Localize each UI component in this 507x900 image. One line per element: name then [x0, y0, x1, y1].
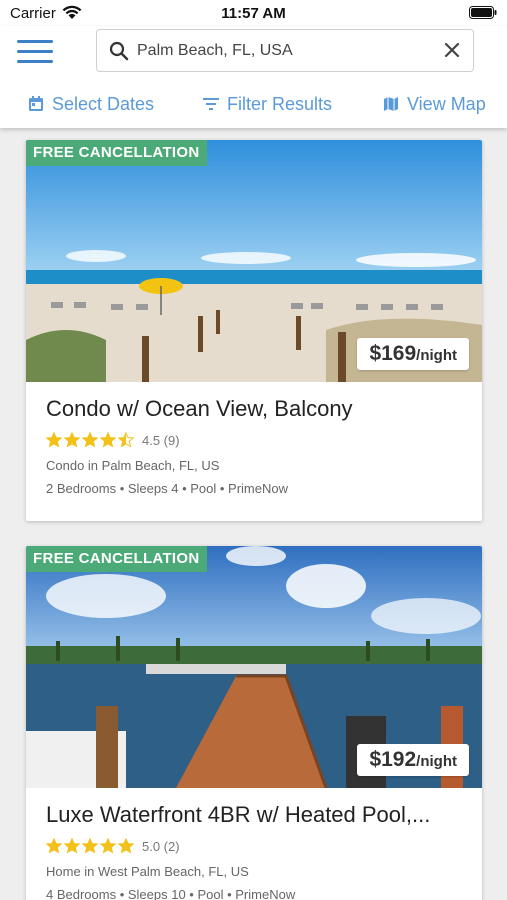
listing-features: 2 Bedrooms • Sleeps 4 • Pool • PrimeNow	[46, 481, 288, 496]
star-icon	[64, 838, 80, 854]
listing-location: Condo in Palm Beach, FL, US	[46, 458, 220, 473]
toolbar: Select Dates Filter Results View Map	[0, 86, 507, 122]
listing-card[interactable]: FREE CANCELLATION $192/night Luxe Waterf…	[26, 546, 482, 900]
star-icon	[46, 432, 62, 448]
listing-title[interactable]: Luxe Waterfront 4BR w/ Heated Pool,...	[46, 802, 462, 828]
listing-features: 4 Bedrooms • Sleeps 10 • Pool • PrimeNow	[46, 887, 296, 900]
rating: 4.5 (9)	[46, 431, 462, 449]
search-icon	[109, 41, 129, 66]
hamburger-menu-icon[interactable]	[17, 40, 53, 66]
clock: 11:57 AM	[221, 5, 286, 22]
clear-search-icon[interactable]	[443, 41, 461, 64]
search-query[interactable]: Palm Beach, FL, USA	[137, 30, 427, 71]
view-map-button[interactable]: View Map	[383, 86, 486, 122]
header: Palm Beach, FL, USA Select Dates Filter …	[0, 26, 507, 128]
filter-results-label: Filter Results	[227, 93, 333, 114]
price-amount: $169	[369, 342, 417, 365]
status-bar: Carrier 11:57 AM	[0, 0, 507, 26]
star-icon	[118, 838, 134, 854]
star-icon	[82, 432, 98, 448]
battery-icon	[469, 6, 497, 24]
view-map-label: View Map	[407, 93, 486, 114]
filter-icon	[203, 98, 219, 110]
listing-photo-beach[interactable]: FREE CANCELLATION $169/night	[26, 140, 482, 382]
price-tag: $169/night	[357, 338, 469, 370]
rating-stars	[46, 432, 136, 448]
filter-results-button[interactable]: Filter Results	[203, 86, 332, 122]
listing-location: Home in West Palm Beach, FL, US	[46, 864, 249, 879]
star-icon	[100, 838, 116, 854]
select-dates-button[interactable]: Select Dates	[28, 86, 154, 122]
rating: 5.0 (2)	[46, 837, 462, 855]
listing-card[interactable]: FREE CANCELLATION $169/night Condo w/ Oc…	[26, 140, 482, 521]
star-icon	[118, 432, 134, 448]
rating-score: 4.5 (9)	[142, 432, 180, 448]
listing-photo-waterfront[interactable]: FREE CANCELLATION $192/night	[26, 546, 482, 788]
listing-title[interactable]: Condo w/ Ocean View, Balcony	[46, 396, 462, 422]
price-unit: /night	[416, 753, 457, 770]
price-amount: $192	[369, 748, 417, 771]
free-cancellation-badge: FREE CANCELLATION	[26, 140, 208, 166]
price-tag: $192/night	[357, 744, 469, 776]
free-cancellation-badge: FREE CANCELLATION	[26, 546, 208, 572]
star-icon	[46, 838, 62, 854]
select-dates-label: Select Dates	[52, 93, 155, 114]
star-icon	[64, 432, 80, 448]
rating-stars	[46, 838, 136, 854]
search-field[interactable]: Palm Beach, FL, USA	[96, 29, 474, 72]
calendar-icon	[29, 96, 43, 111]
price-unit: /night	[416, 347, 457, 364]
star-icon	[82, 838, 98, 854]
rating-score: 5.0 (2)	[142, 838, 180, 854]
star-icon	[100, 432, 116, 448]
map-icon	[384, 97, 398, 111]
